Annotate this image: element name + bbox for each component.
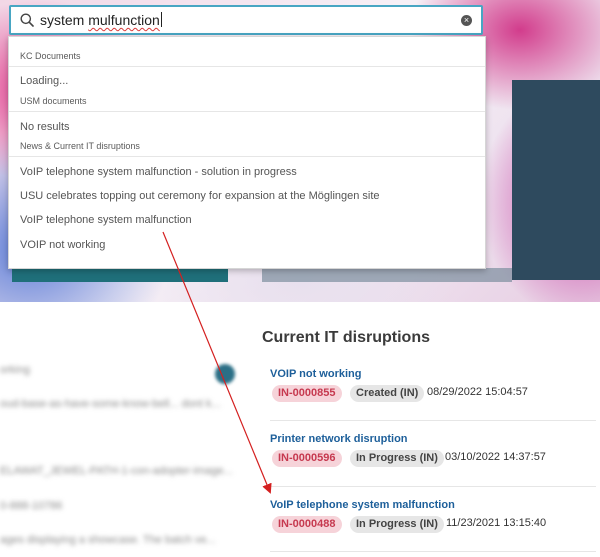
incident-id-badge: IN-0000596 xyxy=(272,450,342,467)
hero-side-panel xyxy=(512,80,600,280)
blurred-line: ages displaying a showcase. The batch ve… xyxy=(0,534,216,546)
incident-id-badge: IN-0000855 xyxy=(272,385,342,402)
divider xyxy=(9,66,485,67)
kc-documents-status: Loading... xyxy=(20,75,69,87)
divider xyxy=(270,486,596,487)
blurred-line: orking xyxy=(0,364,30,376)
suggestion-item[interactable]: VoIP telephone system malfunction xyxy=(20,214,192,226)
disruption-link[interactable]: VOIP not working xyxy=(270,368,361,380)
status-badge: In Progress (IN) xyxy=(350,450,444,467)
search-icon xyxy=(20,13,34,27)
section-heading-usm-documents: USM documents xyxy=(20,96,87,106)
section-heading-kc-documents: KC Documents xyxy=(20,51,81,61)
status-badge: In Progress (IN) xyxy=(350,516,444,533)
disruption-date: 11/23/2021 13:15:40 xyxy=(446,517,547,529)
search-suggestions-dropdown: KC Documents Loading... USM documents No… xyxy=(8,36,486,269)
usm-documents-status: No results xyxy=(20,121,70,133)
disruption-link[interactable]: Printer network disruption xyxy=(270,433,408,445)
clear-search-icon[interactable]: × xyxy=(461,15,472,26)
blurred-line: ELAWAT_JEWEL-PATH-1-con-adopter-image... xyxy=(0,465,233,477)
suggestion-item[interactable]: USU celebrates topping out ceremony for … xyxy=(20,190,380,202)
divider xyxy=(270,551,596,552)
disruption-link[interactable]: VoIP telephone system malfunction xyxy=(270,499,455,511)
hero-card xyxy=(262,268,512,282)
blurred-avatar xyxy=(215,364,235,384)
hero-teal-bar xyxy=(12,268,228,282)
search-input[interactable]: system mulfunction xyxy=(40,12,162,28)
blurred-line: oud-base-as-have-some-know-bell... dont … xyxy=(0,398,221,410)
suggestion-item[interactable]: VoIP telephone system malfunction - solu… xyxy=(20,166,297,178)
disruption-date: 08/29/2022 15:04:57 xyxy=(427,386,528,398)
disruption-date: 03/10/2022 14:37:57 xyxy=(445,451,546,463)
status-badge: Created (IN) xyxy=(350,385,425,402)
incident-id-badge: IN-0000488 xyxy=(272,516,342,533)
blurred-news-list: orking oud-base-as-have-some-know-bell..… xyxy=(0,340,240,557)
text-caret xyxy=(160,12,162,27)
divider xyxy=(9,156,485,157)
disruptions-title: Current IT disruptions xyxy=(262,329,430,346)
global-search-box[interactable]: system mulfunction × xyxy=(9,5,483,35)
divider xyxy=(270,420,596,421)
divider xyxy=(9,111,485,112)
search-query-text: system xyxy=(40,12,89,28)
blurred-line: 0-888-10786 xyxy=(0,500,63,512)
misspelled-word: mulfunction xyxy=(88,12,160,28)
suggestion-item[interactable]: VOIP not working xyxy=(20,239,105,251)
section-heading-news: News & Current IT disruptions xyxy=(20,141,140,151)
